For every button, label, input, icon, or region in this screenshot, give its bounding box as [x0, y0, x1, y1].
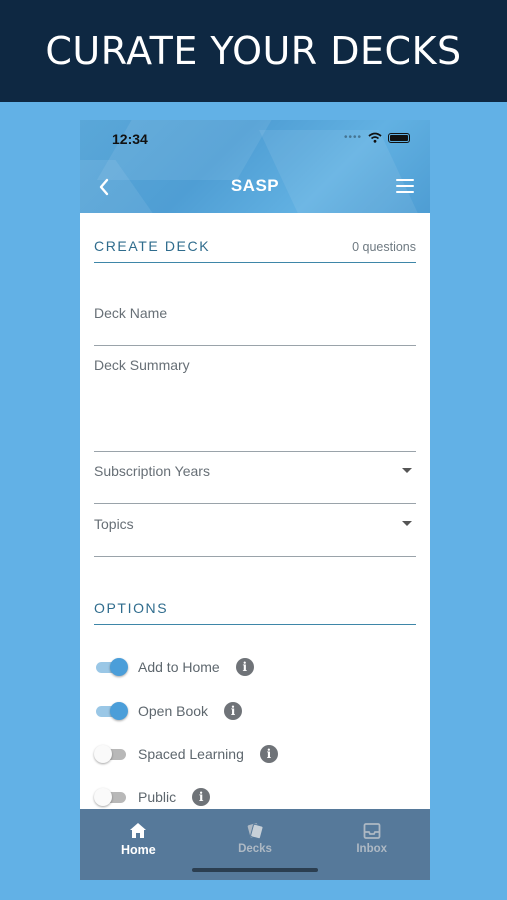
add-to-home-toggle[interactable]	[94, 657, 130, 677]
home-icon	[130, 823, 147, 838]
deck-summary-placeholder: Deck Summary	[94, 357, 190, 373]
hamburger-menu-icon	[396, 179, 414, 181]
home-indicator	[192, 868, 318, 872]
option-spaced-learning: Spaced Learning i	[94, 742, 278, 766]
inbox-icon	[363, 823, 381, 839]
tab-home[interactable]: Home	[80, 809, 197, 880]
open-book-toggle[interactable]	[94, 701, 130, 721]
wifi-icon	[368, 132, 382, 143]
deck-name-placeholder: Deck Name	[94, 305, 168, 321]
option-public: Public i	[94, 785, 211, 809]
question-count: 0 questions	[352, 240, 416, 254]
status-time: 12:34	[112, 131, 148, 147]
add-to-home-label: Add to Home	[138, 659, 220, 675]
nav-title: SASP	[230, 176, 280, 195]
menu-button[interactable]	[396, 179, 414, 193]
dropdown-caret-icon	[402, 521, 412, 526]
spaced-learning-label: Spaced Learning	[138, 746, 244, 762]
info-icon[interactable]: i	[224, 702, 243, 720]
open-book-label: Open Book	[138, 703, 209, 719]
option-open-book: Open Book i	[94, 699, 243, 723]
options-header: OPTIONS	[94, 600, 416, 625]
deck-name-input[interactable]: Deck Name	[94, 305, 416, 346]
info-icon[interactable]: i	[259, 745, 278, 763]
tab-decks-label: Decks	[238, 843, 272, 855]
signal-icon: ••••	[343, 132, 362, 143]
dropdown-caret-icon	[402, 468, 412, 473]
deck-summary-input[interactable]: Deck Summary	[94, 357, 416, 452]
subscription-years-label: Subscription Years	[94, 463, 210, 479]
option-add-to-home: Add to Home i	[94, 655, 254, 679]
tab-inbox[interactable]: Inbox	[313, 809, 430, 880]
public-toggle[interactable]	[94, 787, 130, 807]
info-icon[interactable]: i	[192, 788, 211, 806]
create-deck-title: CREATE DECK	[94, 238, 211, 254]
public-label: Public	[138, 789, 177, 805]
subscription-years-select[interactable]: Subscription Years	[94, 463, 416, 504]
banner-title: CURATE YOUR DECKS	[45, 29, 462, 73]
info-icon[interactable]: i	[235, 658, 254, 676]
battery-icon	[388, 132, 410, 143]
topics-label: Topics	[94, 516, 134, 532]
spaced-learning-toggle[interactable]	[94, 744, 130, 764]
topics-select[interactable]: Topics	[94, 516, 416, 557]
top-bar: 12:34 •••• SASP	[80, 120, 430, 213]
tab-home-label: Home	[120, 843, 156, 857]
status-icons: ••••	[344, 132, 410, 143]
options-title: OPTIONS	[94, 600, 169, 616]
create-deck-header: CREATE DECK 0 questions	[94, 238, 416, 263]
phone-screen: 12:34 •••• SASP CREATE DECK 0 questions	[80, 120, 430, 880]
promo-banner: CURATE YOUR DECKS	[0, 0, 507, 102]
tab-inbox-label: Inbox	[356, 843, 388, 855]
decks-icon	[247, 823, 264, 840]
